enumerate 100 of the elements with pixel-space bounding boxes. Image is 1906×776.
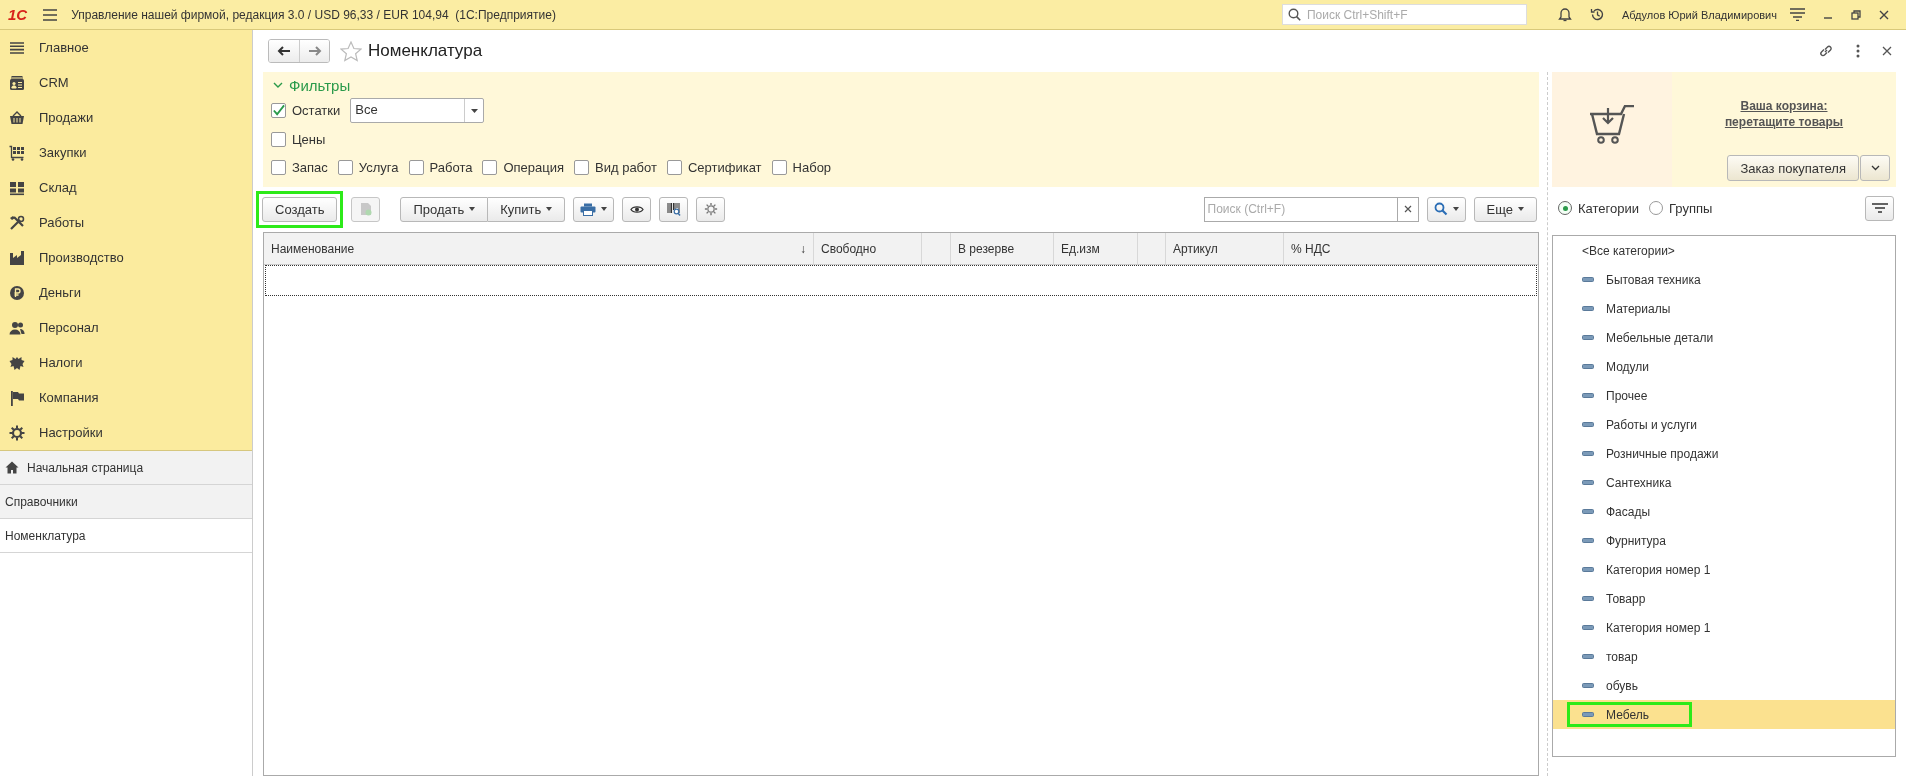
- filter-button[interactable]: [1865, 195, 1894, 221]
- category-item[interactable]: Фасады: [1567, 499, 1694, 524]
- category-item[interactable]: Прочее: [1567, 383, 1691, 408]
- column-header[interactable]: Артикул: [1166, 233, 1284, 264]
- dash-icon: [1582, 480, 1594, 485]
- column-header[interactable]: Ед.изм: [1054, 233, 1138, 264]
- card-icon: [9, 74, 25, 91]
- chevron-icon: [273, 82, 283, 89]
- barcode-button[interactable]: [659, 196, 689, 222]
- basket-link[interactable]: Ваша корзина: перетащите товары: [1672, 72, 1896, 155]
- checkbox[interactable]: Цены: [271, 131, 326, 147]
- customer-order-button[interactable]: Заказ покупателя: [1727, 155, 1859, 181]
- section-item[interactable]: Налоги: [0, 345, 252, 380]
- checkbox[interactable]: Остатки: [271, 103, 341, 118]
- checkbox[interactable]: Сертификат: [666, 159, 762, 175]
- clear-icon: [1403, 205, 1412, 213]
- more-button[interactable]: Еще: [1473, 196, 1537, 222]
- settings-menu-icon[interactable]: [1790, 8, 1805, 21]
- section-item[interactable]: Склад: [0, 170, 252, 205]
- restore-icon[interactable]: [1851, 9, 1861, 20]
- view-button[interactable]: [622, 196, 652, 222]
- section-item[interactable]: Персонал: [0, 310, 252, 345]
- column-header[interactable]: % НДС: [1284, 233, 1538, 264]
- checkbox[interactable]: Услуга: [337, 159, 399, 175]
- category-item[interactable]: Бытовая техника: [1567, 267, 1744, 292]
- column-header[interactable]: Наименование ↓: [264, 233, 814, 264]
- category-item[interactable]: Модули: [1567, 354, 1692, 379]
- table-row[interactable]: [265, 265, 1537, 296]
- menu-icon[interactable]: [43, 8, 58, 21]
- app-logo[interactable]: 1С: [8, 6, 28, 23]
- search-button[interactable]: [1426, 196, 1466, 222]
- section-item[interactable]: Закупки: [0, 135, 252, 170]
- category-item[interactable]: Категория номер 1: [1567, 557, 1754, 582]
- buy-button[interactable]: Купить: [488, 196, 566, 222]
- checkbox[interactable]: Запас: [271, 159, 328, 175]
- close-icon[interactable]: [1879, 9, 1889, 20]
- section-item[interactable]: Деньги: [0, 275, 252, 310]
- menu-icon: [9, 39, 25, 56]
- sell-button[interactable]: Продать: [400, 196, 489, 222]
- checkbox[interactable]: Набор: [771, 159, 832, 175]
- radio-button[interactable]: Категории: [1558, 200, 1639, 216]
- category-item[interactable]: <Все категории>: [1553, 236, 1895, 265]
- form-title: Номенклатура: [368, 41, 483, 61]
- open-page-tab[interactable]: Справочники: [0, 485, 252, 519]
- column-header[interactable]: В резерве: [951, 233, 1054, 264]
- dash-icon: [1582, 364, 1594, 369]
- star-icon[interactable]: [340, 40, 362, 62]
- search-field[interactable]: Поиск (Ctrl+F): [1203, 196, 1398, 222]
- section-item[interactable]: Настройки: [0, 415, 252, 450]
- category-item[interactable]: Фурнитура: [1567, 528, 1709, 553]
- gear-icon: [9, 424, 25, 441]
- tools-icon: [9, 214, 25, 231]
- section-item[interactable]: CRM: [0, 65, 252, 100]
- arrow-left-icon: [277, 46, 291, 56]
- create-button[interactable]: Создать: [262, 196, 338, 222]
- back-button[interactable]: [269, 40, 299, 62]
- history-icon[interactable]: [1589, 7, 1605, 22]
- grid-icon: [9, 179, 25, 196]
- dash-icon: [1582, 712, 1594, 717]
- category-item[interactable]: Материалы: [1567, 296, 1714, 321]
- settings-button[interactable]: [696, 196, 726, 222]
- section-item[interactable]: Производство: [0, 240, 252, 275]
- category-item[interactable]: Товарр: [1567, 586, 1689, 611]
- link-icon[interactable]: [1818, 43, 1834, 59]
- category-item[interactable]: Розничные продажи: [1567, 441, 1762, 466]
- category-item[interactable]: обувь: [1567, 673, 1681, 698]
- section-item[interactable]: Работы: [0, 205, 252, 240]
- stock-select[interactable]: Все: [350, 98, 485, 123]
- clear-button[interactable]: [1397, 196, 1419, 222]
- chevron-down-icon: [1870, 165, 1880, 171]
- checkbox[interactable]: Вид работ: [574, 159, 657, 175]
- category-item[interactable]: Сантехника: [1567, 470, 1715, 495]
- section-item[interactable]: Главное: [0, 30, 252, 65]
- dash-icon: [1582, 277, 1594, 282]
- category-item[interactable]: Работы и услуги: [1567, 412, 1740, 437]
- checkbox[interactable]: Работа: [408, 159, 473, 175]
- window-title: Управление нашей фирмой, редакция 3.0 / USD 96,33 / EUR 104,94 (1С:Предприятие): [71, 7, 556, 22]
- dash-icon: [1582, 625, 1594, 630]
- coin-icon: [9, 284, 25, 301]
- cart-icon: [9, 144, 25, 161]
- dropdown-button[interactable]: [1860, 155, 1890, 181]
- category-item[interactable]: Категория номер 1: [1567, 615, 1754, 640]
- column-header[interactable]: Свободно: [814, 233, 922, 264]
- checkbox[interactable]: Операция: [482, 159, 565, 175]
- close-icon[interactable]: [1882, 46, 1892, 56]
- user-name[interactable]: Абдулов Юрий Владимирович: [1621, 8, 1777, 21]
- category-item[interactable]: Мебель: [1567, 702, 1692, 727]
- more-options-icon[interactable]: [1856, 44, 1860, 58]
- bell-icon[interactable]: [1557, 7, 1572, 22]
- basket-icon: [9, 109, 25, 126]
- open-page-tab[interactable]: Начальная страница: [0, 451, 252, 485]
- category-item[interactable]: товар: [1567, 644, 1681, 669]
- radio-button[interactable]: Группы: [1649, 200, 1713, 216]
- print-button[interactable]: [573, 196, 615, 222]
- section-item[interactable]: Компания: [0, 380, 252, 415]
- section-item[interactable]: Продажи: [0, 100, 252, 135]
- dash-icon: [1582, 654, 1594, 659]
- category-item[interactable]: Мебельные детали: [1567, 325, 1757, 350]
- settings-icon: [703, 202, 718, 216]
- home-icon: [5, 461, 19, 474]
